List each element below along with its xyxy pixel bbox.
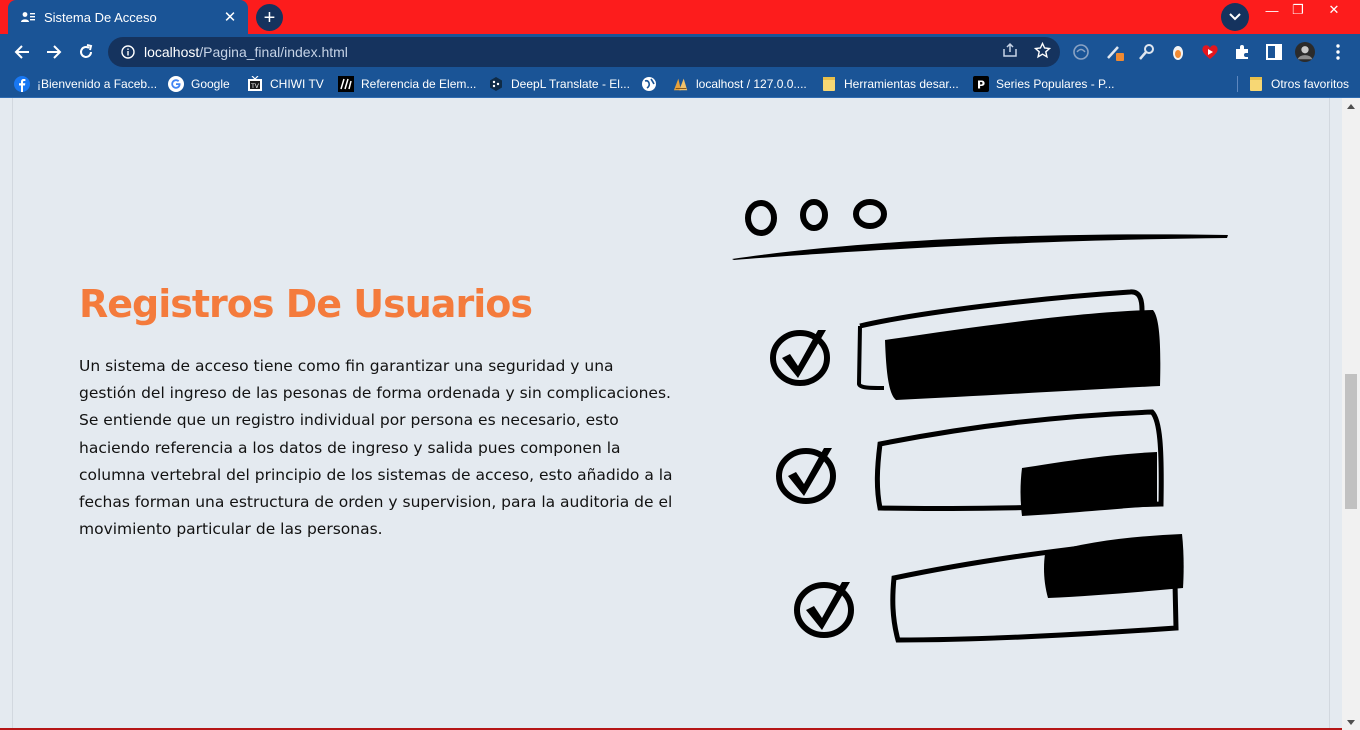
section-heading: Registros De Usuarios [79,282,533,326]
bookmark-label: Google [191,77,230,91]
bookmark-series-populares[interactable]: P Series Populares - P... [973,74,1115,94]
bookmark-label: Referencia de Elem... [361,77,477,91]
bookmark-referencia-elementos[interactable]: Referencia de Elem... [338,74,476,94]
share-icon[interactable] [1001,41,1019,59]
bookmark-label: DeepL Translate - El... [511,77,630,91]
address-bar[interactable]: localhost/Pagina_final/index.html [108,37,1060,67]
url-host: localhost [144,44,200,60]
back-button[interactable] [8,38,36,66]
bookmark-herramientas[interactable]: Herramientas desar... [821,74,959,94]
color-picker-extension-icon[interactable] [1105,42,1125,62]
menu-kebab-icon[interactable] [1328,42,1348,62]
bookmarks-divider [1237,76,1238,92]
extensions-puzzle-icon[interactable] [1232,42,1252,62]
google-icon [168,76,184,92]
extension-circle-icon[interactable] [1071,42,1091,62]
folder-icon [1248,76,1264,92]
reload-icon [80,44,93,58]
bookmark-google[interactable]: Google [168,74,230,94]
arrow-right-icon [47,45,62,59]
phpmyadmin-icon [673,76,689,92]
bookmark-star-icon[interactable] [1033,41,1051,59]
tv-icon: TV [247,76,263,92]
bookmark-label: CHIWI TV [270,77,324,91]
tab-search-button[interactable] [1221,3,1249,31]
facebook-icon [14,76,30,92]
bookmark-deepl[interactable]: DeepL Translate - El... [488,74,630,94]
scroll-up-arrow-icon[interactable] [1342,98,1360,114]
side-panel-icon[interactable] [1264,42,1284,62]
new-tab-button[interactable]: + [256,4,283,31]
page-border-left [12,98,13,730]
bookmark-label: Otros favoritos [1271,77,1350,91]
bookmark-otros-favoritos[interactable]: Otros favoritos [1248,74,1349,94]
bookmark-label: localhost / 127.0.0.... [696,77,807,91]
page-border-right [1329,98,1330,730]
restore-button[interactable]: ❐ [1282,0,1314,20]
tab-title: Sistema De Acceso [44,9,157,25]
profile-avatar-icon[interactable] [1295,42,1315,62]
vertical-scrollbar[interactable] [1342,98,1360,730]
deepl-icon [488,76,504,92]
orange-extension-icon[interactable] [1168,42,1188,62]
bookmark-label: Herramientas desar... [844,77,959,91]
reload-button[interactable] [72,38,100,66]
youtube-extension-icon[interactable] [1200,42,1220,62]
bookmark-label: ¡Bienvenido a Faceb... [37,77,158,91]
bookmark-localhost-phpmyadmin[interactable]: localhost / 127.0.0.... [673,74,807,94]
checklist-row-2 [776,409,1164,516]
bookmark-facebook[interactable]: ¡Bienvenido a Faceb... [14,74,157,94]
info-icon[interactable] [120,44,136,60]
close-window-button[interactable]: ✕ [1318,0,1350,20]
users-icon [20,9,36,25]
svg-text:TV: TV [250,83,260,90]
browser-toolbar: localhost/Pagina_final/index.html [0,34,1360,70]
checklist-row-1 [770,289,1161,400]
tab-sistema-de-acceso[interactable]: Sistema De Acceso ✕ [8,0,248,34]
url-path: /Pagina_final/index.html [199,44,348,60]
tab-strip: Sistema De Acceso ✕ + — ❐ ✕ [0,0,1360,34]
bookmarks-bar: ¡Bienvenido a Faceb... Google TV CHIWI T… [0,70,1360,98]
bookmark-chiwi-tv[interactable]: TV CHIWI TV [247,74,324,94]
svg-text:P: P [977,79,985,92]
arrow-left-icon [14,45,29,59]
close-tab-icon[interactable]: ✕ [222,9,238,26]
chevron-down-icon [1229,13,1241,21]
folder-icon [821,76,837,92]
bookmark-globe[interactable] [641,74,664,94]
forward-button[interactable] [40,38,68,66]
bookmark-label: Series Populares - P... [996,77,1115,91]
checklist-illustration [732,199,1228,643]
checklist-row-3 [794,534,1184,643]
scrollbar-thumb[interactable] [1345,374,1357,509]
eyedropper-extension-icon[interactable] [1137,42,1157,62]
p-icon: P [973,76,989,92]
mdn-icon [338,76,354,92]
section-paragraph: Un sistema de acceso tiene como fin gara… [79,357,673,539]
scroll-down-arrow-icon[interactable] [1342,714,1360,730]
page-viewport: Registros De Usuarios Un sistema de acce… [0,98,1342,730]
globe-icon [641,76,657,92]
